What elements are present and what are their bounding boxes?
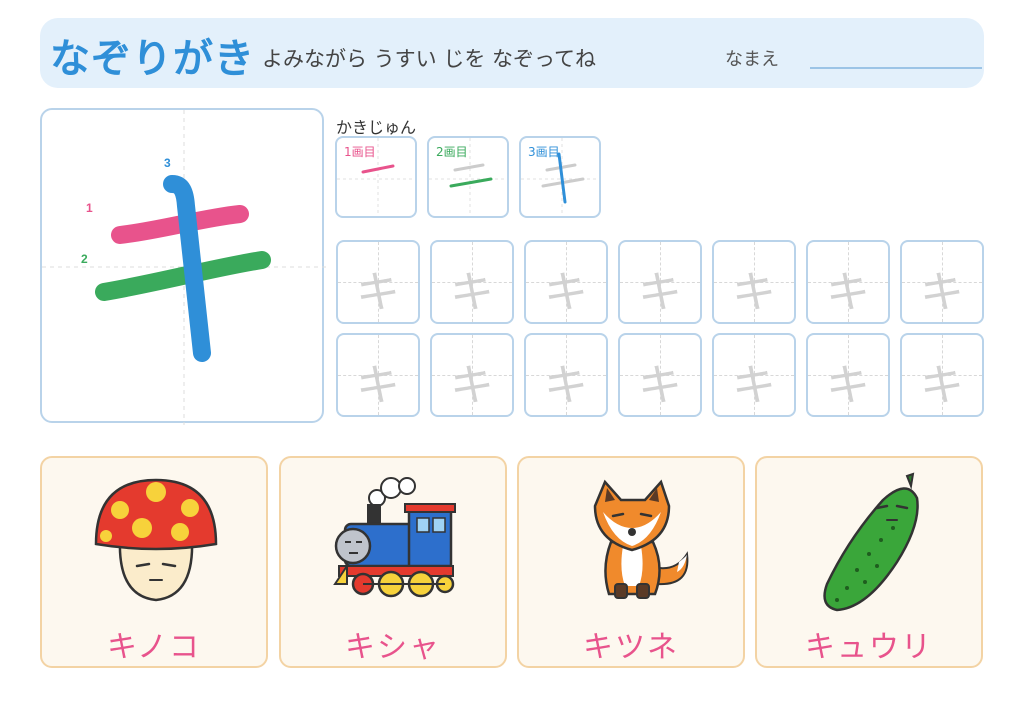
word-label: キシャ	[345, 630, 441, 665]
main-character-box: 1 2 3	[40, 108, 326, 425]
name-field-line[interactable]	[810, 67, 982, 69]
name-label: なまえ	[725, 49, 779, 70]
instructions: よみながら うすい じを なぞってね	[262, 47, 596, 71]
stroke-order-step-2: 2画目	[427, 136, 509, 218]
practice-box[interactable]: キ	[430, 333, 514, 417]
stroke-order-step-3: 3画目	[519, 136, 601, 218]
stroke-order-step-1: 1画目	[335, 136, 417, 218]
word-label: キノコ	[107, 630, 201, 665]
practice-box[interactable]: キ	[806, 240, 890, 324]
practice-box[interactable]: キ	[712, 333, 796, 417]
practice-box[interactable]: キ	[524, 240, 608, 324]
practice-box[interactable]: キ	[430, 240, 514, 324]
word-label: キュウリ	[805, 630, 933, 665]
practice-box[interactable]: キ	[900, 333, 984, 417]
trace-char: キ	[638, 267, 682, 318]
word-card-kyuuri: キュウリ	[755, 456, 983, 668]
practice-box[interactable]: キ	[618, 240, 702, 324]
stroke-2	[95, 251, 271, 301]
practice-box[interactable]: キ	[524, 333, 608, 417]
trace-char: キ	[544, 267, 588, 318]
trace-char: キ	[826, 360, 870, 411]
step-3-label: 3画目	[528, 145, 560, 159]
word-card-kitsune: キツネ	[517, 456, 745, 668]
trace-char: キ	[356, 360, 400, 411]
main-character-strokes: 1 2 3	[42, 110, 326, 425]
practice-box[interactable]: キ	[336, 333, 420, 417]
word-card-kinoko: キノコ	[40, 456, 268, 668]
worksheet-header: なぞりがき よみながら うすい じを なぞってね なまえ	[40, 18, 984, 88]
stroke-number-1: 1	[86, 201, 93, 215]
page-title: なぞりがき	[50, 36, 255, 82]
trace-char: キ	[732, 360, 776, 411]
practice-box[interactable]: キ	[712, 240, 796, 324]
trace-char: キ	[826, 267, 870, 318]
practice-box[interactable]: キ	[618, 333, 702, 417]
word-label: キツネ	[583, 630, 679, 665]
trace-char: キ	[450, 267, 494, 318]
stroke-order-label: かきじゅん	[336, 118, 417, 137]
stroke-number-2: 2	[81, 252, 88, 266]
trace-char: キ	[356, 267, 400, 318]
trace-char: キ	[920, 360, 964, 411]
practice-box[interactable]: キ	[336, 240, 420, 324]
step-2-label: 2画目	[436, 145, 468, 159]
practice-box[interactable]: キ	[806, 333, 890, 417]
trace-char: キ	[544, 360, 588, 411]
practice-box[interactable]: キ	[900, 240, 984, 324]
word-card-kisha: キシャ	[279, 456, 507, 668]
trace-char: キ	[732, 267, 776, 318]
trace-char: キ	[450, 360, 494, 411]
step-1-label: 1画目	[344, 145, 376, 159]
stroke-number-3: 3	[164, 156, 171, 170]
trace-char: キ	[638, 360, 682, 411]
trace-char: キ	[920, 267, 964, 318]
